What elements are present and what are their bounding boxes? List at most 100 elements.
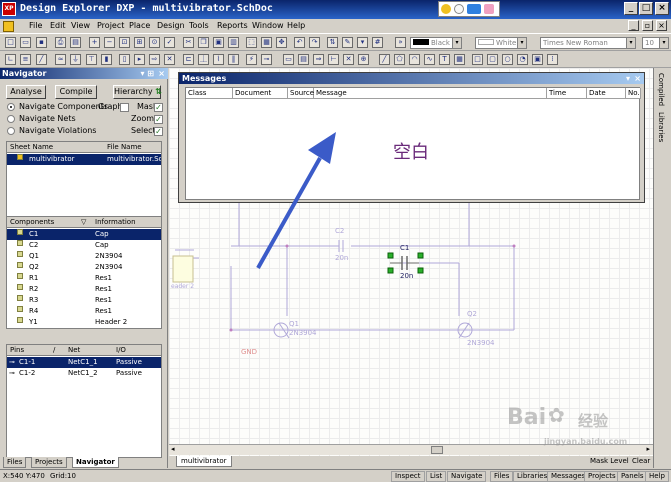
mdi-minimize-button[interactable]: _: [628, 20, 639, 31]
col-sheet-name[interactable]: Sheet Name: [10, 143, 53, 151]
graphic-icon[interactable]: ▣: [532, 54, 543, 65]
component-icon[interactable]: ▤: [298, 54, 309, 65]
close-panel-icon[interactable]: ×: [634, 73, 641, 84]
component-row[interactable]: Y1 Header 2: [7, 317, 161, 328]
rubber-stamp-icon[interactable]: ▥: [228, 37, 239, 48]
align-icon[interactable]: ⊏: [183, 54, 194, 65]
round-rect-icon[interactable]: ▢: [487, 54, 498, 65]
new-icon[interactable]: □: [5, 37, 16, 48]
menu-edit[interactable]: Edit: [50, 21, 66, 30]
pin-panel-icon[interactable]: ▾: [626, 73, 630, 84]
font-size-combo[interactable]: 10 ▾: [642, 37, 669, 49]
line-color-combo[interactable]: Black ▾: [410, 37, 462, 49]
rect-shape-icon[interactable]: □: [472, 54, 483, 65]
zoom-area-icon[interactable]: ⊞: [134, 37, 145, 48]
close-button[interactable]: ×: [655, 2, 669, 15]
panels-button[interactable]: Panels: [617, 471, 648, 482]
col-message[interactable]: Message: [314, 88, 547, 99]
graph-checkbox[interactable]: [120, 103, 129, 112]
messages-button[interactable]: Messages: [547, 471, 590, 482]
radio-navigate-violations[interactable]: [7, 127, 15, 135]
col-pins[interactable]: Pins: [10, 346, 24, 354]
scroll-thumb[interactable]: [431, 446, 443, 454]
pie-icon[interactable]: ◔: [517, 54, 528, 65]
list-button[interactable]: List: [426, 471, 447, 482]
col-document[interactable]: Document: [233, 88, 288, 99]
component-row[interactable]: C2 Cap: [7, 240, 161, 251]
pin-icon[interactable]: ⊢: [328, 54, 339, 65]
part-icon[interactable]: ▮: [101, 54, 112, 65]
pencil-icon[interactable]: ✎: [342, 37, 353, 48]
open-icon[interactable]: ▭: [20, 37, 31, 48]
fill-color-combo[interactable]: White ▾: [475, 37, 527, 49]
col-time[interactable]: Time: [547, 88, 587, 99]
radio-navigate-components[interactable]: [7, 103, 15, 111]
close-panel-icon[interactable]: ×: [158, 68, 165, 79]
clear-button[interactable]: Clear: [632, 457, 650, 465]
browse-icon[interactable]: ▾: [357, 37, 368, 48]
mask-level-button[interactable]: Mask Level: [590, 457, 629, 465]
component-row[interactable]: Q2 2N3904: [7, 262, 161, 273]
doc-icon[interactable]: [3, 21, 14, 32]
col-file-name[interactable]: File Name: [107, 143, 142, 151]
grid-icon[interactable]: #: [372, 37, 383, 48]
col-information[interactable]: Information: [95, 218, 136, 226]
move-icon[interactable]: ✥: [276, 37, 287, 48]
col-source[interactable]: Source: [288, 88, 314, 99]
delete-icon[interactable]: ✕: [343, 54, 354, 65]
sheet-symbol-icon[interactable]: ▯: [119, 54, 130, 65]
tab-navigator[interactable]: Navigator: [72, 457, 119, 468]
compile-button[interactable]: Compile: [55, 85, 97, 99]
zoom-fit-icon[interactable]: ⊡: [119, 37, 130, 48]
menu-help[interactable]: Help: [287, 21, 305, 30]
rectangle-icon[interactable]: ▭: [283, 54, 294, 65]
redo-icon[interactable]: ↷: [309, 37, 320, 48]
pin-panel-icon[interactable]: ▾ ⊞: [140, 68, 154, 79]
text-frame-icon[interactable]: ▦: [454, 54, 465, 65]
sheet-entry-icon[interactable]: ▸: [134, 54, 145, 65]
maximize-button[interactable]: □: [639, 2, 653, 15]
bus-icon[interactable]: ≡: [20, 54, 31, 65]
document-tab[interactable]: multivibrator: [176, 456, 232, 467]
component-row[interactable]: R4 Res1: [7, 306, 161, 317]
menu-project[interactable]: Project: [97, 21, 124, 30]
zoom-out-icon[interactable]: −: [104, 37, 115, 48]
mdi-close-button[interactable]: ×: [656, 20, 667, 31]
menu-reports[interactable]: Reports: [217, 21, 248, 30]
sheet-row[interactable]: multivibrator multivibrator.Sc...: [7, 154, 161, 165]
array-icon[interactable]: ⁞: [547, 54, 558, 65]
tab-projects[interactable]: Projects: [31, 457, 67, 468]
paste-icon[interactable]: ▣: [213, 37, 224, 48]
component-row[interactable]: C1 Cap: [7, 229, 161, 240]
select-all-icon[interactable]: ▦: [261, 37, 272, 48]
col-net[interactable]: Net: [68, 346, 80, 354]
ellipse-icon[interactable]: ○: [502, 54, 513, 65]
col-class[interactable]: Class: [186, 88, 233, 99]
mdi-restore-button[interactable]: ▫: [642, 20, 653, 31]
undo-icon[interactable]: ↶: [294, 37, 305, 48]
wire-icon[interactable]: ∟: [5, 54, 16, 65]
col-components[interactable]: Components: [10, 218, 54, 226]
libraries-button[interactable]: Libraries: [513, 471, 552, 482]
font-combo[interactable]: Times New Roman ▾: [540, 37, 636, 49]
tab-libraries[interactable]: Libraries: [657, 112, 665, 142]
copy-icon[interactable]: ❐: [198, 37, 209, 48]
line-icon[interactable]: ╱: [379, 54, 390, 65]
col-io[interactable]: I/O: [116, 346, 126, 354]
zoom-checkbox[interactable]: ✓: [154, 115, 163, 124]
navigate-button[interactable]: Navigate: [447, 471, 487, 482]
bezier-icon[interactable]: ∿: [424, 54, 435, 65]
cross-probe-icon[interactable]: ✓: [164, 37, 175, 48]
pin-row[interactable]: ⊸ C1-2 NetC1_2 Passive: [7, 368, 161, 379]
bus-entry-icon[interactable]: ╱: [36, 54, 47, 65]
hierarchy-icon[interactable]: ⇅: [327, 37, 338, 48]
files-button[interactable]: Files: [490, 471, 514, 482]
pink-icon[interactable]: [484, 4, 494, 14]
power-icon[interactable]: ⚡: [246, 54, 257, 65]
select-area-icon[interactable]: ⬚: [246, 37, 257, 48]
minimize-button[interactable]: _: [624, 2, 638, 15]
save-icon[interactable]: ▪: [36, 37, 47, 48]
analyse-button[interactable]: Analyse: [6, 85, 46, 99]
menu-window[interactable]: Window: [252, 21, 284, 30]
sort-icon[interactable]: /: [53, 346, 55, 354]
